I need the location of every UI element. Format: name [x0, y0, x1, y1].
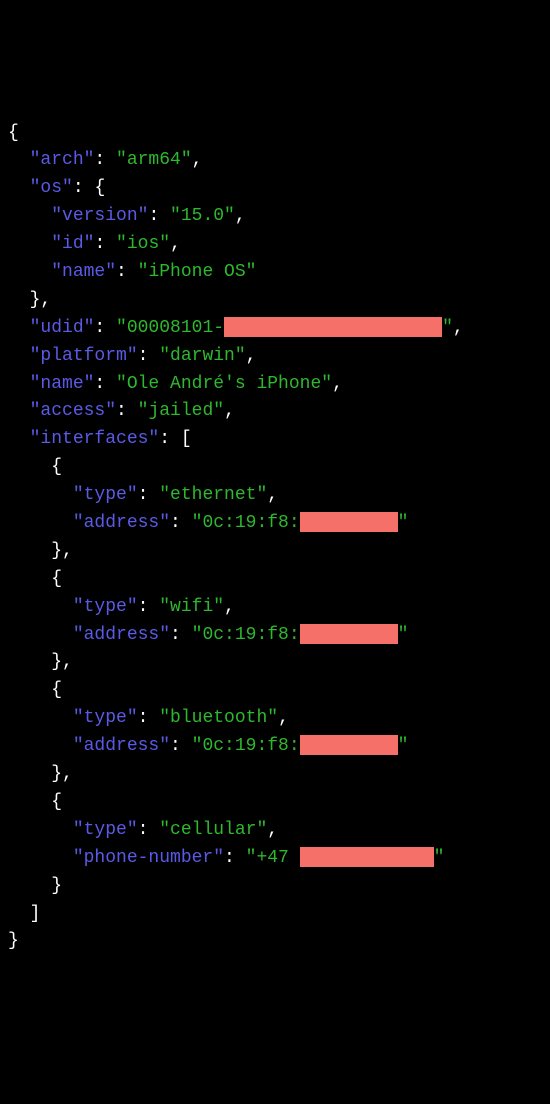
json-code-block: { "arch": "arm64", "os": { "version": "1… — [8, 120, 542, 957]
